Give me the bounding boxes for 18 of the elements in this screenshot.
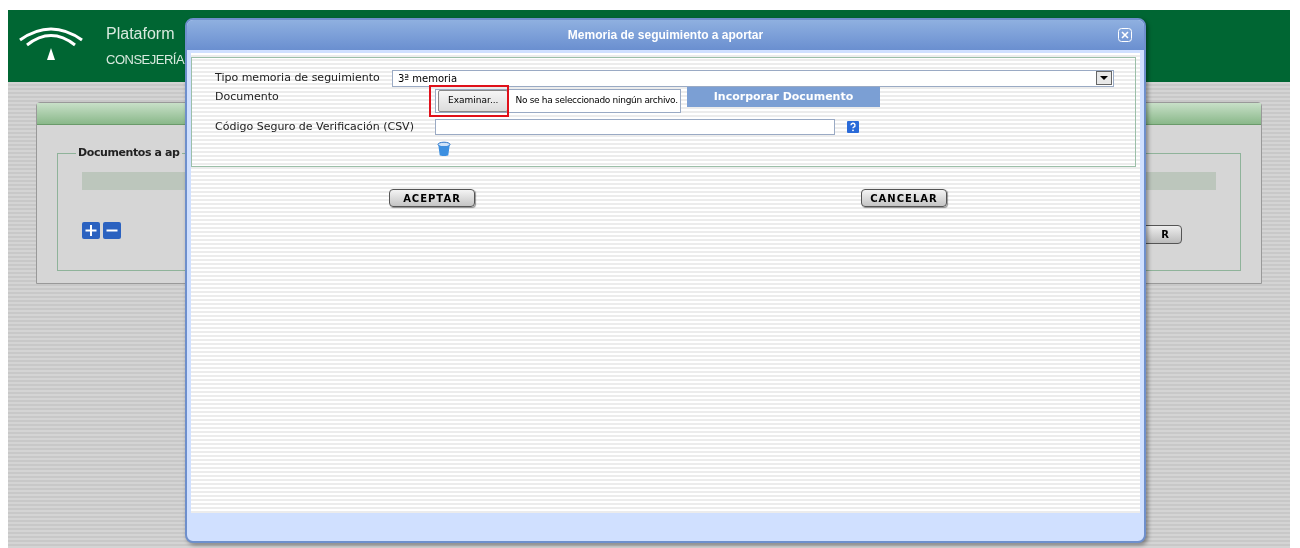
- remove-icon[interactable]: [103, 222, 121, 239]
- file-status: No se ha seleccionado ningún archivo.: [515, 94, 678, 108]
- field-label: Tipo memoria de seguimiento: [215, 69, 381, 86]
- field-label: Documento: [215, 89, 280, 105]
- csv-input[interactable]: [435, 119, 835, 135]
- dialog-button[interactable]: CANCELAR: [861, 189, 947, 207]
- header-title: Plataform: [106, 24, 176, 44]
- file-input[interactable]: Examinar... No se ha seleccionado ningún archivo.: [435, 89, 681, 113]
- memoria-select[interactable]: 3ª memoria: [392, 69, 1114, 87]
- help-icon[interactable]: [847, 121, 859, 133]
- add-icon[interactable]: [82, 222, 100, 239]
- dialog-button[interactable]: ACEPTAR: [389, 189, 475, 207]
- trash-icon[interactable]: [436, 141, 452, 157]
- close-icon[interactable]: [1118, 28, 1132, 42]
- header-subtitle: CONSEJERÍA: [106, 51, 185, 69]
- field-label: Código Seguro de Verificación (CSV): [215, 119, 415, 135]
- examinar-button[interactable]: Examinar...: [438, 90, 509, 112]
- dialog-title: Memoria de seguimiento a aportar: [567, 27, 764, 44]
